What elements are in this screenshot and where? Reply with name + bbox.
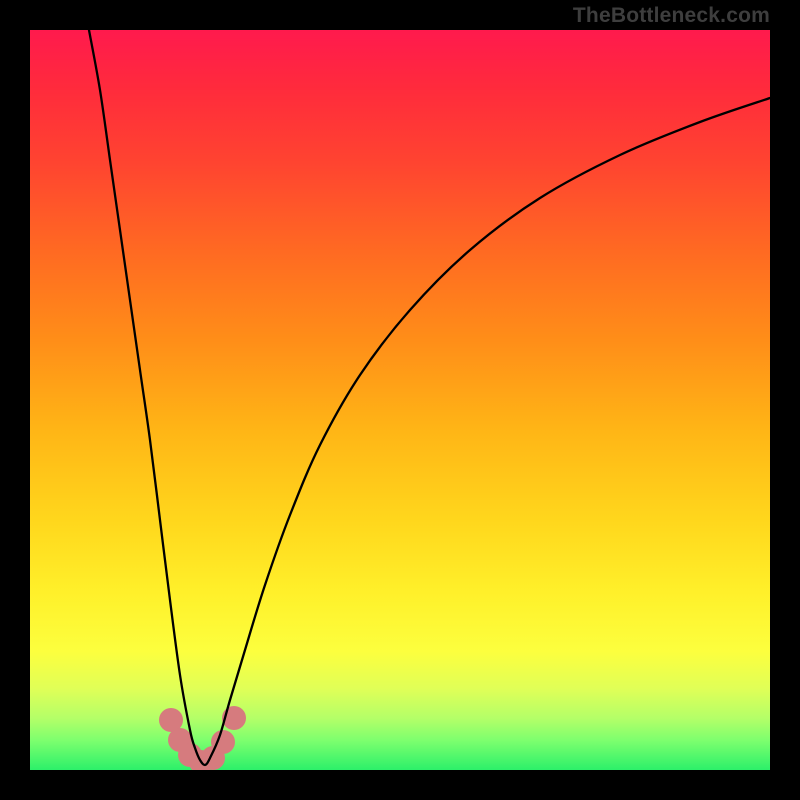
bottleneck-curve (89, 30, 770, 765)
chart-frame: TheBottleneck.com (0, 0, 800, 800)
marker-layer (159, 706, 246, 770)
watermark-text: TheBottleneck.com (573, 4, 770, 28)
plot-area (30, 30, 770, 770)
curve-svg (30, 30, 770, 770)
